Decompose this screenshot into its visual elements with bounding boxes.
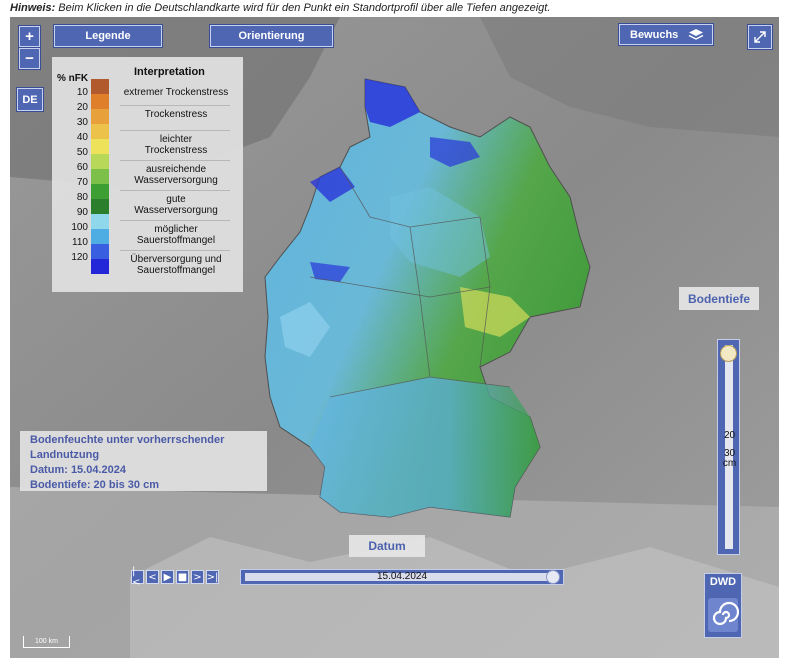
legend-swatch — [91, 199, 109, 214]
dwd-logo: DWD — [704, 573, 742, 638]
depth-slider-track[interactable] — [725, 345, 733, 549]
legend-value: 30 — [76, 117, 88, 128]
depth-title: Bodentiefe — [679, 287, 759, 310]
scale-bar: 100 km — [23, 636, 70, 648]
info-title-line2: Landnutzung — [30, 449, 100, 461]
legend-item-label: gute Wasserversorgung — [134, 194, 218, 216]
legend-separator — [120, 220, 230, 221]
legend-swatch — [91, 139, 109, 154]
legend-interpretation-header: Interpretation — [134, 66, 205, 78]
next-button[interactable]: > — [191, 570, 204, 584]
legend-value: 100 — [71, 222, 88, 233]
legend-separator — [120, 190, 230, 191]
legend-item-label: Trockenstress — [144, 109, 208, 120]
legend-swatch — [91, 169, 109, 184]
map-view[interactable]: + − Legende Orientierung Bewuchs DE % nF… — [10, 17, 779, 658]
info-panel: Bodenfeuchte unter vorherrschender Landn… — [20, 431, 267, 491]
legend-item-label: möglicher Sauerstoffmangel — [136, 224, 216, 246]
hint-text: Hinweis: Beim Klicken in die Deutschland… — [10, 2, 550, 14]
hint-body: Beim Klicken in die Deutschlandkarte wir… — [55, 2, 551, 14]
legend-swatch — [91, 229, 109, 244]
legend-swatch — [91, 124, 109, 139]
legend-button[interactable]: Legende — [54, 25, 162, 47]
stop-button[interactable]: ■ — [176, 570, 189, 584]
legend-value: 90 — [76, 207, 88, 218]
legend-swatch — [91, 154, 109, 169]
date-title: Datum — [349, 535, 425, 557]
bewuchs-label: Bewuchs — [630, 28, 679, 41]
legend-value: 120 — [71, 252, 88, 263]
info-date: Datum: 15.04.2024 — [30, 464, 126, 476]
zoom-in-button[interactable]: + — [19, 26, 40, 47]
play-button[interactable]: ▶ — [161, 570, 174, 584]
depth-slider[interactable]: 20 30 cm — [717, 339, 740, 555]
expand-icon — [754, 31, 766, 43]
legend-swatch — [91, 214, 109, 229]
legend-item-label: ausreichende Wasserversorgung — [134, 164, 218, 186]
legend-value: 60 — [76, 162, 88, 173]
depth-slider-handle[interactable] — [720, 345, 737, 362]
legend-separator — [120, 160, 230, 161]
prev-button[interactable]: < — [146, 570, 159, 584]
legend-value: 110 — [72, 237, 88, 248]
legend-item-label: extremer Trockenstress — [123, 87, 229, 98]
date-slider[interactable]: 15.04.2024 — [240, 569, 564, 585]
legend-item-label: Überversorgung und Sauerstoffmangel — [130, 254, 222, 276]
layers-icon — [688, 29, 704, 40]
legend-value: 20 — [76, 102, 88, 113]
info-title-line1: Bodenfeuchte unter vorherrschender — [30, 434, 225, 446]
hint-label: Hinweis: — [10, 2, 56, 14]
fullscreen-button[interactable] — [748, 25, 772, 49]
orientation-button[interactable]: Orientierung — [210, 25, 333, 47]
legend-swatch — [91, 79, 109, 94]
depth-from: 20 — [723, 430, 736, 441]
legend-unit-header: % nFK — [57, 73, 89, 84]
legend-value: 70 — [76, 177, 88, 188]
legend-value: 10 — [76, 87, 88, 98]
zoom-out-button[interactable]: − — [19, 48, 40, 69]
depth-unit: cm — [722, 458, 737, 469]
info-depth: Bodentiefe: 20 bis 30 cm — [30, 479, 159, 491]
south-region — [310, 377, 540, 517]
first-button[interactable]: |< — [131, 566, 144, 588]
legend-panel: % nFK Interpretation 10 20 30 40 50 60 70 80 90 1… — [52, 57, 243, 292]
legend-value: 50 — [76, 147, 88, 158]
last-button[interactable]: >| — [206, 570, 219, 584]
date-slider-handle[interactable] — [546, 570, 560, 584]
bewuchs-button[interactable]: Bewuchs — [619, 24, 713, 45]
legend-swatch — [91, 94, 109, 109]
legend-separator — [120, 130, 230, 131]
date-slider-value: 15.04.2024 — [376, 571, 428, 582]
de-button[interactable]: DE — [17, 88, 43, 111]
legend-swatch — [91, 109, 109, 124]
legend-swatch — [91, 184, 109, 199]
legend-value: 40 — [76, 132, 88, 143]
legend-value: 80 — [76, 192, 88, 203]
dwd-logo-text: DWD — [709, 576, 737, 588]
legend-swatch — [91, 244, 109, 259]
swirl-icon — [708, 598, 740, 632]
legend-separator — [120, 250, 230, 251]
legend-swatch — [91, 259, 109, 274]
legend-separator — [120, 105, 230, 106]
legend-item-label: leichter Trockenstress — [144, 134, 208, 156]
